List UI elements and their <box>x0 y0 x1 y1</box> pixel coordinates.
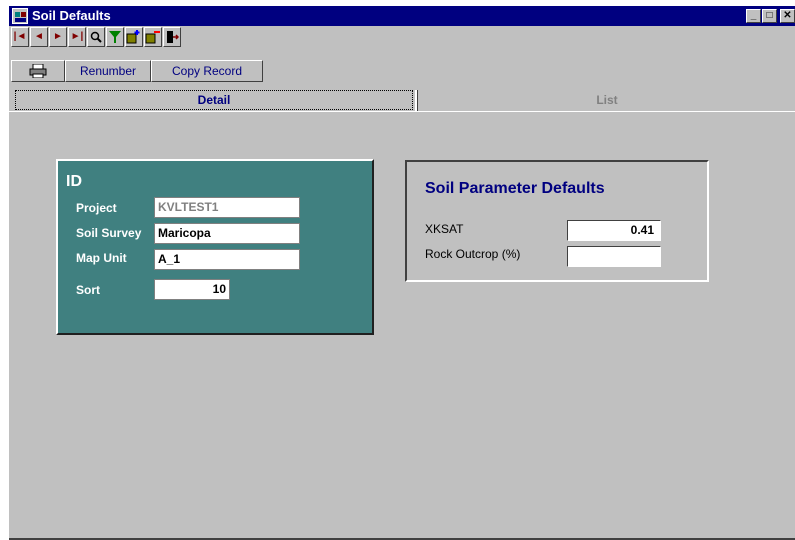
maximize-icon: □ <box>766 10 773 21</box>
close-button[interactable]: ✕ <box>780 9 795 23</box>
xksat-label: XKSAT <box>425 222 464 236</box>
project-field: KVLTEST1 <box>154 197 300 218</box>
first-record-button[interactable]: |◄ <box>11 27 29 47</box>
tab-detail[interactable]: Detail <box>15 90 413 110</box>
printer-icon <box>29 63 47 79</box>
soil-parameter-panel: Soil Parameter Defaults XKSAT 0.41 Rock … <box>405 160 709 282</box>
next-record-button[interactable]: ► <box>49 27 67 47</box>
rock-outcrop-field[interactable] <box>567 246 661 267</box>
last-record-button[interactable]: ►| <box>68 27 86 47</box>
exit-icon <box>167 31 180 43</box>
project-label: Project <box>76 201 117 215</box>
tab-underline <box>9 111 795 112</box>
exit-button[interactable] <box>163 27 181 47</box>
add-record-button[interactable] <box>125 27 143 47</box>
tab-divider <box>415 90 418 112</box>
maximize-button[interactable]: □ <box>762 9 777 23</box>
delete-record-icon <box>145 31 160 44</box>
minimize-icon: _ <box>750 10 757 21</box>
last-record-icon: ►| <box>70 31 84 42</box>
copy-record-button[interactable]: Copy Record <box>151 60 263 82</box>
id-panel-title: ID <box>66 173 82 190</box>
renumber-button[interactable]: Renumber <box>65 60 151 82</box>
rock-outcrop-label: Rock Outcrop (%) <box>425 247 521 261</box>
window-title: Soil Defaults <box>32 8 111 23</box>
print-button[interactable] <box>11 60 65 82</box>
soil-survey-field[interactable]: Maricopa <box>154 223 300 244</box>
id-panel: ID Project KVLTEST1 Soil Survey Maricopa… <box>56 159 374 335</box>
delete-record-button[interactable] <box>144 27 162 47</box>
soil-parameter-title: Soil Parameter Defaults <box>425 180 605 197</box>
first-record-icon: |◄ <box>13 31 27 42</box>
soil-survey-label: Soil Survey <box>76 226 142 240</box>
close-icon: ✕ <box>783 10 792 21</box>
prev-record-icon: ◄ <box>34 31 44 42</box>
xksat-field[interactable]: 0.41 <box>567 220 661 241</box>
find-button[interactable] <box>87 27 105 47</box>
tab-list[interactable]: List <box>419 90 795 110</box>
tab-strip: Detail List <box>9 88 795 112</box>
filter-icon <box>109 31 121 43</box>
sort-field[interactable]: 10 <box>154 279 230 300</box>
title-bar: Soil Defaults _ □ ✕ <box>9 6 795 26</box>
soil-defaults-window: Soil Defaults _ □ ✕ |◄ ◄ ► ►| Renumber C… <box>9 6 795 540</box>
sort-label: Sort <box>76 283 100 297</box>
filter-button[interactable] <box>106 27 124 47</box>
add-record-icon <box>126 30 140 44</box>
next-record-icon: ► <box>53 31 63 42</box>
prev-record-button[interactable]: ◄ <box>30 27 48 47</box>
app-icon[interactable] <box>12 8 28 24</box>
map-unit-label: Map Unit <box>76 251 127 265</box>
minimize-button[interactable]: _ <box>746 9 761 23</box>
find-icon <box>90 31 102 43</box>
map-unit-field[interactable]: A_1 <box>154 249 300 270</box>
